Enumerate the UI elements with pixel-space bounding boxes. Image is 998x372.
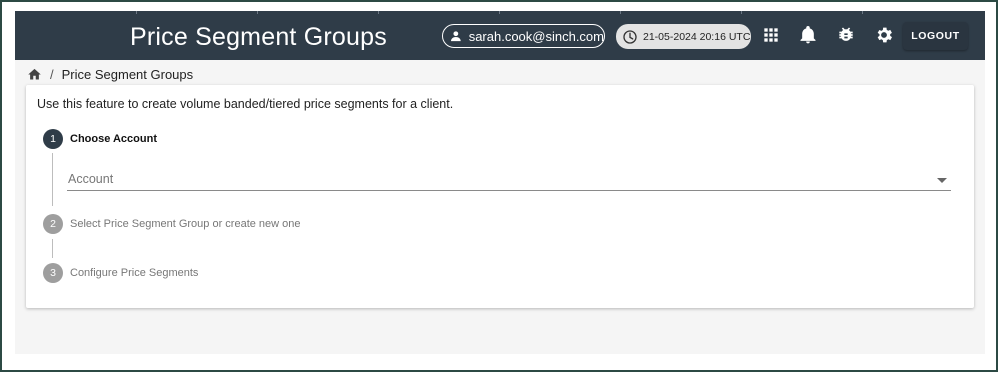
step-2[interactable]: 2 Select Price Segment Group or create n…	[43, 214, 301, 234]
breadcrumb-current: Price Segment Groups	[61, 66, 194, 82]
step-3[interactable]: 3 Configure Price Segments	[43, 263, 198, 283]
step-number-badge: 1	[43, 129, 63, 149]
tab-divider	[620, 11, 621, 14]
chevron-down-icon[interactable]	[937, 178, 947, 183]
content-card: Use this feature to create volume banded…	[26, 85, 974, 308]
datetime-text: 21-05-2024 20:16 UTC	[643, 30, 751, 43]
step-connector	[52, 239, 53, 258]
user-email: sarah.cook@sinch.com	[468, 28, 604, 44]
home-icon[interactable]	[27, 67, 42, 82]
tab-divider	[499, 11, 500, 14]
account-select[interactable]: Account	[67, 169, 951, 191]
logout-button[interactable]: LOGOUT	[903, 22, 968, 50]
breadcrumb: / Price Segment Groups	[27, 65, 193, 83]
step-label: Choose Account	[70, 133, 157, 145]
page-title: Price Segment Groups	[130, 23, 387, 51]
top-bar: Price Segment Groups sarah.cook@sinch.co…	[15, 11, 985, 60]
step-label: Select Price Segment Group or create new…	[70, 218, 301, 230]
user-icon	[450, 31, 461, 42]
datetime-chip: 21-05-2024 20:16 UTC	[616, 24, 751, 49]
window-frame: Price Segment Groups sarah.cook@sinch.co…	[0, 0, 998, 372]
step-number-badge: 2	[43, 214, 63, 234]
step-1[interactable]: 1 Choose Account	[43, 129, 157, 149]
step-connector	[52, 153, 53, 206]
apps-grid-icon[interactable]	[761, 25, 781, 45]
tab-divider	[378, 11, 379, 14]
user-account-chip[interactable]: sarah.cook@sinch.com	[442, 24, 605, 48]
clock-icon	[623, 29, 637, 44]
app-container: Price Segment Groups sarah.cook@sinch.co…	[15, 11, 985, 354]
step-number-badge: 3	[43, 263, 63, 283]
bell-icon[interactable]	[798, 25, 818, 45]
breadcrumb-separator: /	[50, 66, 54, 82]
intro-text: Use this feature to create volume banded…	[37, 97, 454, 111]
account-placeholder: Account	[68, 172, 114, 186]
tab-divider	[257, 11, 258, 14]
gear-icon[interactable]	[874, 25, 894, 45]
tab-divider	[862, 11, 863, 14]
tab-divider	[136, 11, 137, 14]
tab-divider	[741, 11, 742, 14]
bug-icon[interactable]	[836, 25, 856, 45]
step-label: Configure Price Segments	[70, 267, 199, 279]
